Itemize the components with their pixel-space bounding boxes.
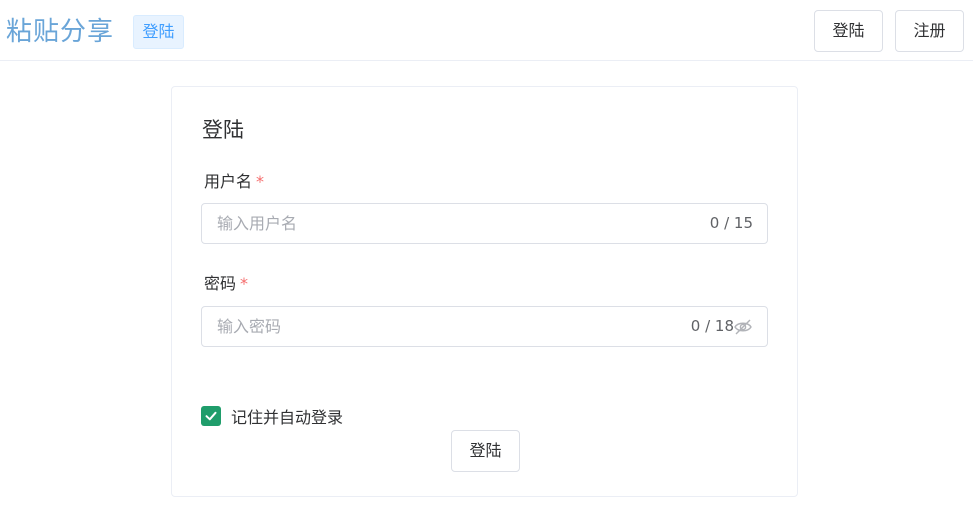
- brand-logo[interactable]: 粘贴分享: [6, 14, 114, 50]
- top-bar: 粘贴分享 登陆 登陆 注册: [0, 0, 973, 61]
- login-card: 登陆 用户名 * 输入用户名 0 / 15 密码 * 输入密码 0 / 18 记住并…: [171, 86, 798, 497]
- check-icon: [205, 411, 217, 421]
- required-mark: *: [240, 274, 249, 293]
- remember-label: 记住并自动登录: [231, 408, 344, 427]
- eye-off-icon[interactable]: [733, 318, 753, 336]
- login-submit-button[interactable]: 登陆: [451, 430, 520, 472]
- password-label-text: 密码: [204, 274, 237, 293]
- username-placeholder: 输入用户名: [217, 214, 298, 233]
- username-char-count: 0 / 15: [709, 214, 753, 232]
- login-card-title: 登陆: [202, 118, 244, 142]
- username-label-text: 用户名: [204, 172, 253, 191]
- required-mark: *: [256, 172, 265, 191]
- username-label: 用户名 *: [204, 171, 264, 193]
- password-label: 密码 *: [204, 273, 248, 295]
- password-placeholder: 输入密码: [217, 317, 282, 336]
- header-login-button[interactable]: 登陆: [814, 10, 883, 52]
- current-page-tag: 登陆: [133, 15, 184, 49]
- remember-me[interactable]: 记住并自动登录: [201, 404, 343, 428]
- username-input[interactable]: 输入用户名 0 / 15: [201, 203, 768, 244]
- header-register-button[interactable]: 注册: [895, 10, 964, 52]
- password-char-count: 0 / 18: [690, 317, 734, 335]
- remember-checkbox[interactable]: [201, 406, 221, 426]
- password-input[interactable]: 输入密码 0 / 18: [201, 306, 768, 347]
